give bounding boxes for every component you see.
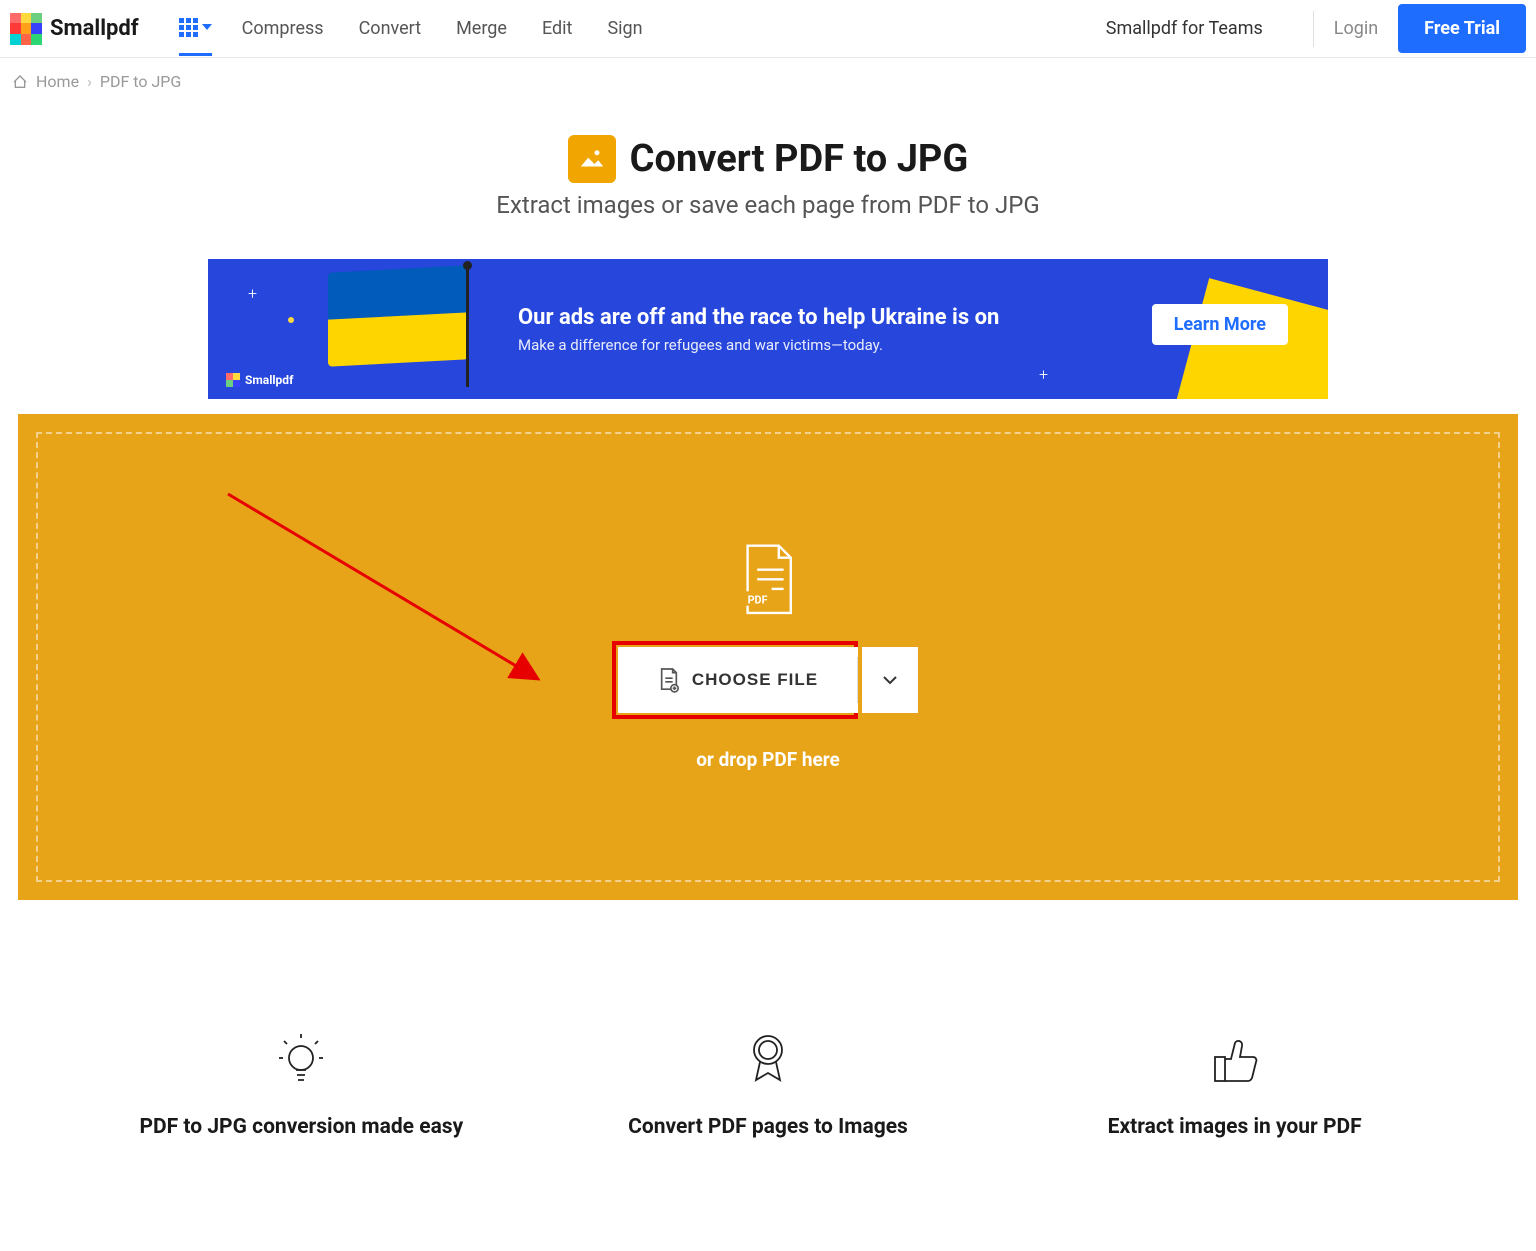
file-add-icon [658, 667, 680, 693]
sparkle-icon: + [1039, 365, 1048, 384]
choose-file-label: CHOOSE FILE [692, 670, 818, 690]
page-title: Convert PDF to JPG [630, 137, 969, 181]
breadcrumb-current[interactable]: PDF to JPG [100, 72, 181, 91]
nav: Compress Convert Merge Edit Sign [242, 18, 643, 39]
lightbulb-icon [68, 1030, 535, 1090]
ukraine-flag-icon [328, 269, 468, 364]
feature-title: Convert PDF pages to Images [535, 1115, 1002, 1139]
pdf-file-icon: PDF [738, 543, 798, 622]
breadcrumb-home[interactable]: Home [36, 72, 79, 91]
caret-down-icon [202, 24, 212, 30]
home-icon [12, 74, 28, 90]
features-row: PDF to JPG conversion made easy Convert … [68, 1030, 1468, 1139]
ribbon-icon [535, 1030, 1002, 1090]
header: Smallpdf Compress Convert Merge Edit Sig… [0, 0, 1536, 58]
drop-zone[interactable]: PDF CHOOSE FILE or drop PDF here [18, 414, 1518, 900]
banner-logo: Smallpdf [226, 373, 293, 387]
nav-compress[interactable]: Compress [242, 18, 324, 39]
title-section: Convert PDF to JPG Extract images or sav… [0, 135, 1536, 219]
feature-pages: Convert PDF pages to Images [535, 1030, 1002, 1139]
feature-extract: Extract images in your PDF [1001, 1030, 1468, 1139]
breadcrumb: Home › PDF to JPG [0, 58, 1536, 105]
ukraine-banner: + + Our ads are off and the race to help… [208, 259, 1328, 399]
svg-text:PDF: PDF [748, 593, 768, 606]
divider [1313, 11, 1314, 47]
learn-more-button[interactable]: Learn More [1152, 304, 1288, 345]
logo-icon [10, 13, 42, 45]
free-trial-button[interactable]: Free Trial [1398, 4, 1526, 53]
flag-pole [466, 267, 469, 387]
apps-menu[interactable] [179, 18, 212, 56]
subtitle: Extract images or save each page from PD… [0, 191, 1536, 219]
feature-easy: PDF to JPG conversion made easy [68, 1030, 535, 1139]
feature-title: Extract images in your PDF [1001, 1115, 1468, 1139]
teams-link[interactable]: Smallpdf for Teams [1106, 18, 1263, 39]
sparkle-icon: + [248, 284, 257, 303]
login-link[interactable]: Login [1334, 18, 1378, 39]
feature-title: PDF to JPG conversion made easy [68, 1115, 535, 1139]
nav-edit[interactable]: Edit [542, 18, 572, 39]
nav-sign[interactable]: Sign [607, 18, 642, 39]
choose-file-button[interactable]: CHOOSE FILE [618, 647, 858, 713]
annotation-arrow [218, 484, 558, 694]
choose-file-group: CHOOSE FILE [618, 647, 918, 713]
choose-source-dropdown[interactable] [862, 647, 918, 713]
breadcrumb-sep: › [87, 72, 92, 91]
banner-subtitle: Make a difference for refugees and war v… [518, 336, 999, 354]
logo-text: Smallpdf [50, 16, 139, 41]
drop-hint: or drop PDF here [696, 748, 840, 771]
logo[interactable]: Smallpdf [10, 13, 139, 45]
image-icon [568, 135, 616, 183]
chevron-down-icon [882, 675, 898, 685]
grid-icon [179, 18, 198, 37]
thumbs-up-icon [1001, 1030, 1468, 1090]
nav-convert[interactable]: Convert [359, 18, 422, 39]
banner-title: Our ads are off and the race to help Ukr… [518, 305, 999, 330]
dot-icon [288, 317, 294, 323]
nav-merge[interactable]: Merge [456, 18, 507, 39]
